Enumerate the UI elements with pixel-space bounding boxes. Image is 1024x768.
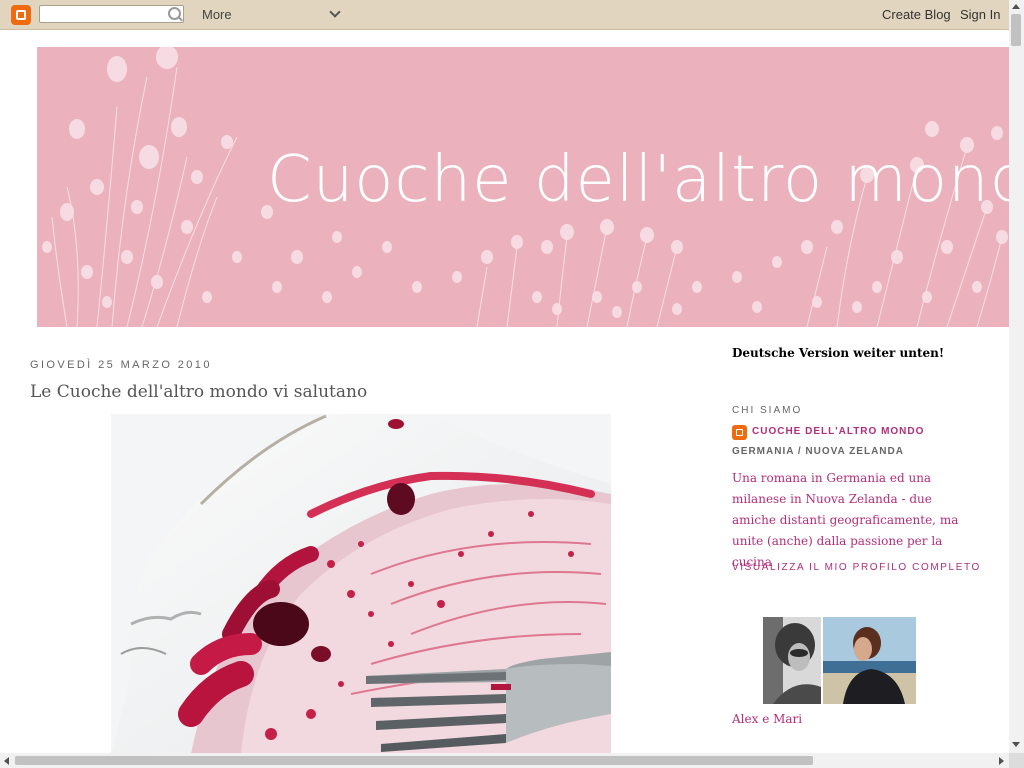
post-title[interactable]: Le Cuoche dell'altro mondo vi salutano [30,382,367,402]
german-version-notice: Deutsche Version weiter unten! [732,346,945,360]
plate-with-fork-image[interactable] [111,414,611,754]
sign-in-link[interactable]: Sign In [960,7,1000,22]
search-icon[interactable] [168,7,181,20]
profile-about-text: Una romana in Germania ed una milanese i… [732,471,959,569]
vertical-scrollbar[interactable] [1009,0,1024,753]
blog-title[interactable]: Cuoche dell'altro mondo [267,143,1009,217]
scrollbar-corner [1009,753,1024,768]
blog-header-banner[interactable]: Cuoche dell'altro mondo [37,47,1009,327]
post-date: Giovedì 25 marzo 2010 [30,359,212,371]
blogger-profile-icon [732,425,747,440]
create-blog-link[interactable]: Create Blog [882,7,951,22]
horizontal-scroll-thumb[interactable] [15,756,813,765]
blogger-navbar: More Create Blog Sign In [0,0,1009,30]
blogger-logo-icon[interactable] [11,5,31,25]
profile-name-link[interactable]: CUOCHE DELL'ALTRO MONDO [752,426,1002,437]
full-profile-link[interactable]: VISUALIZZA IL MIO PROFILO COMPLETO [732,562,982,573]
search-input[interactable] [39,5,184,23]
chevron-down-icon[interactable] [329,6,341,18]
scroll-down-arrow-icon[interactable] [1012,742,1020,747]
vertical-scroll-thumb[interactable] [1011,14,1021,46]
photo-caption: Alex e Mari [732,712,803,726]
scroll-right-arrow-icon[interactable] [999,757,1004,765]
profile-photo-alex[interactable] [763,617,821,704]
profile-location: GERMANIA / NUOVA ZELANDA [732,446,904,457]
about-us-heading: CHI SIAMO [732,405,803,416]
scroll-left-arrow-icon[interactable] [4,757,9,765]
scroll-up-arrow-icon[interactable] [1012,4,1020,9]
profile-photo-mari[interactable] [823,617,916,704]
more-menu-label[interactable]: More [202,7,232,22]
